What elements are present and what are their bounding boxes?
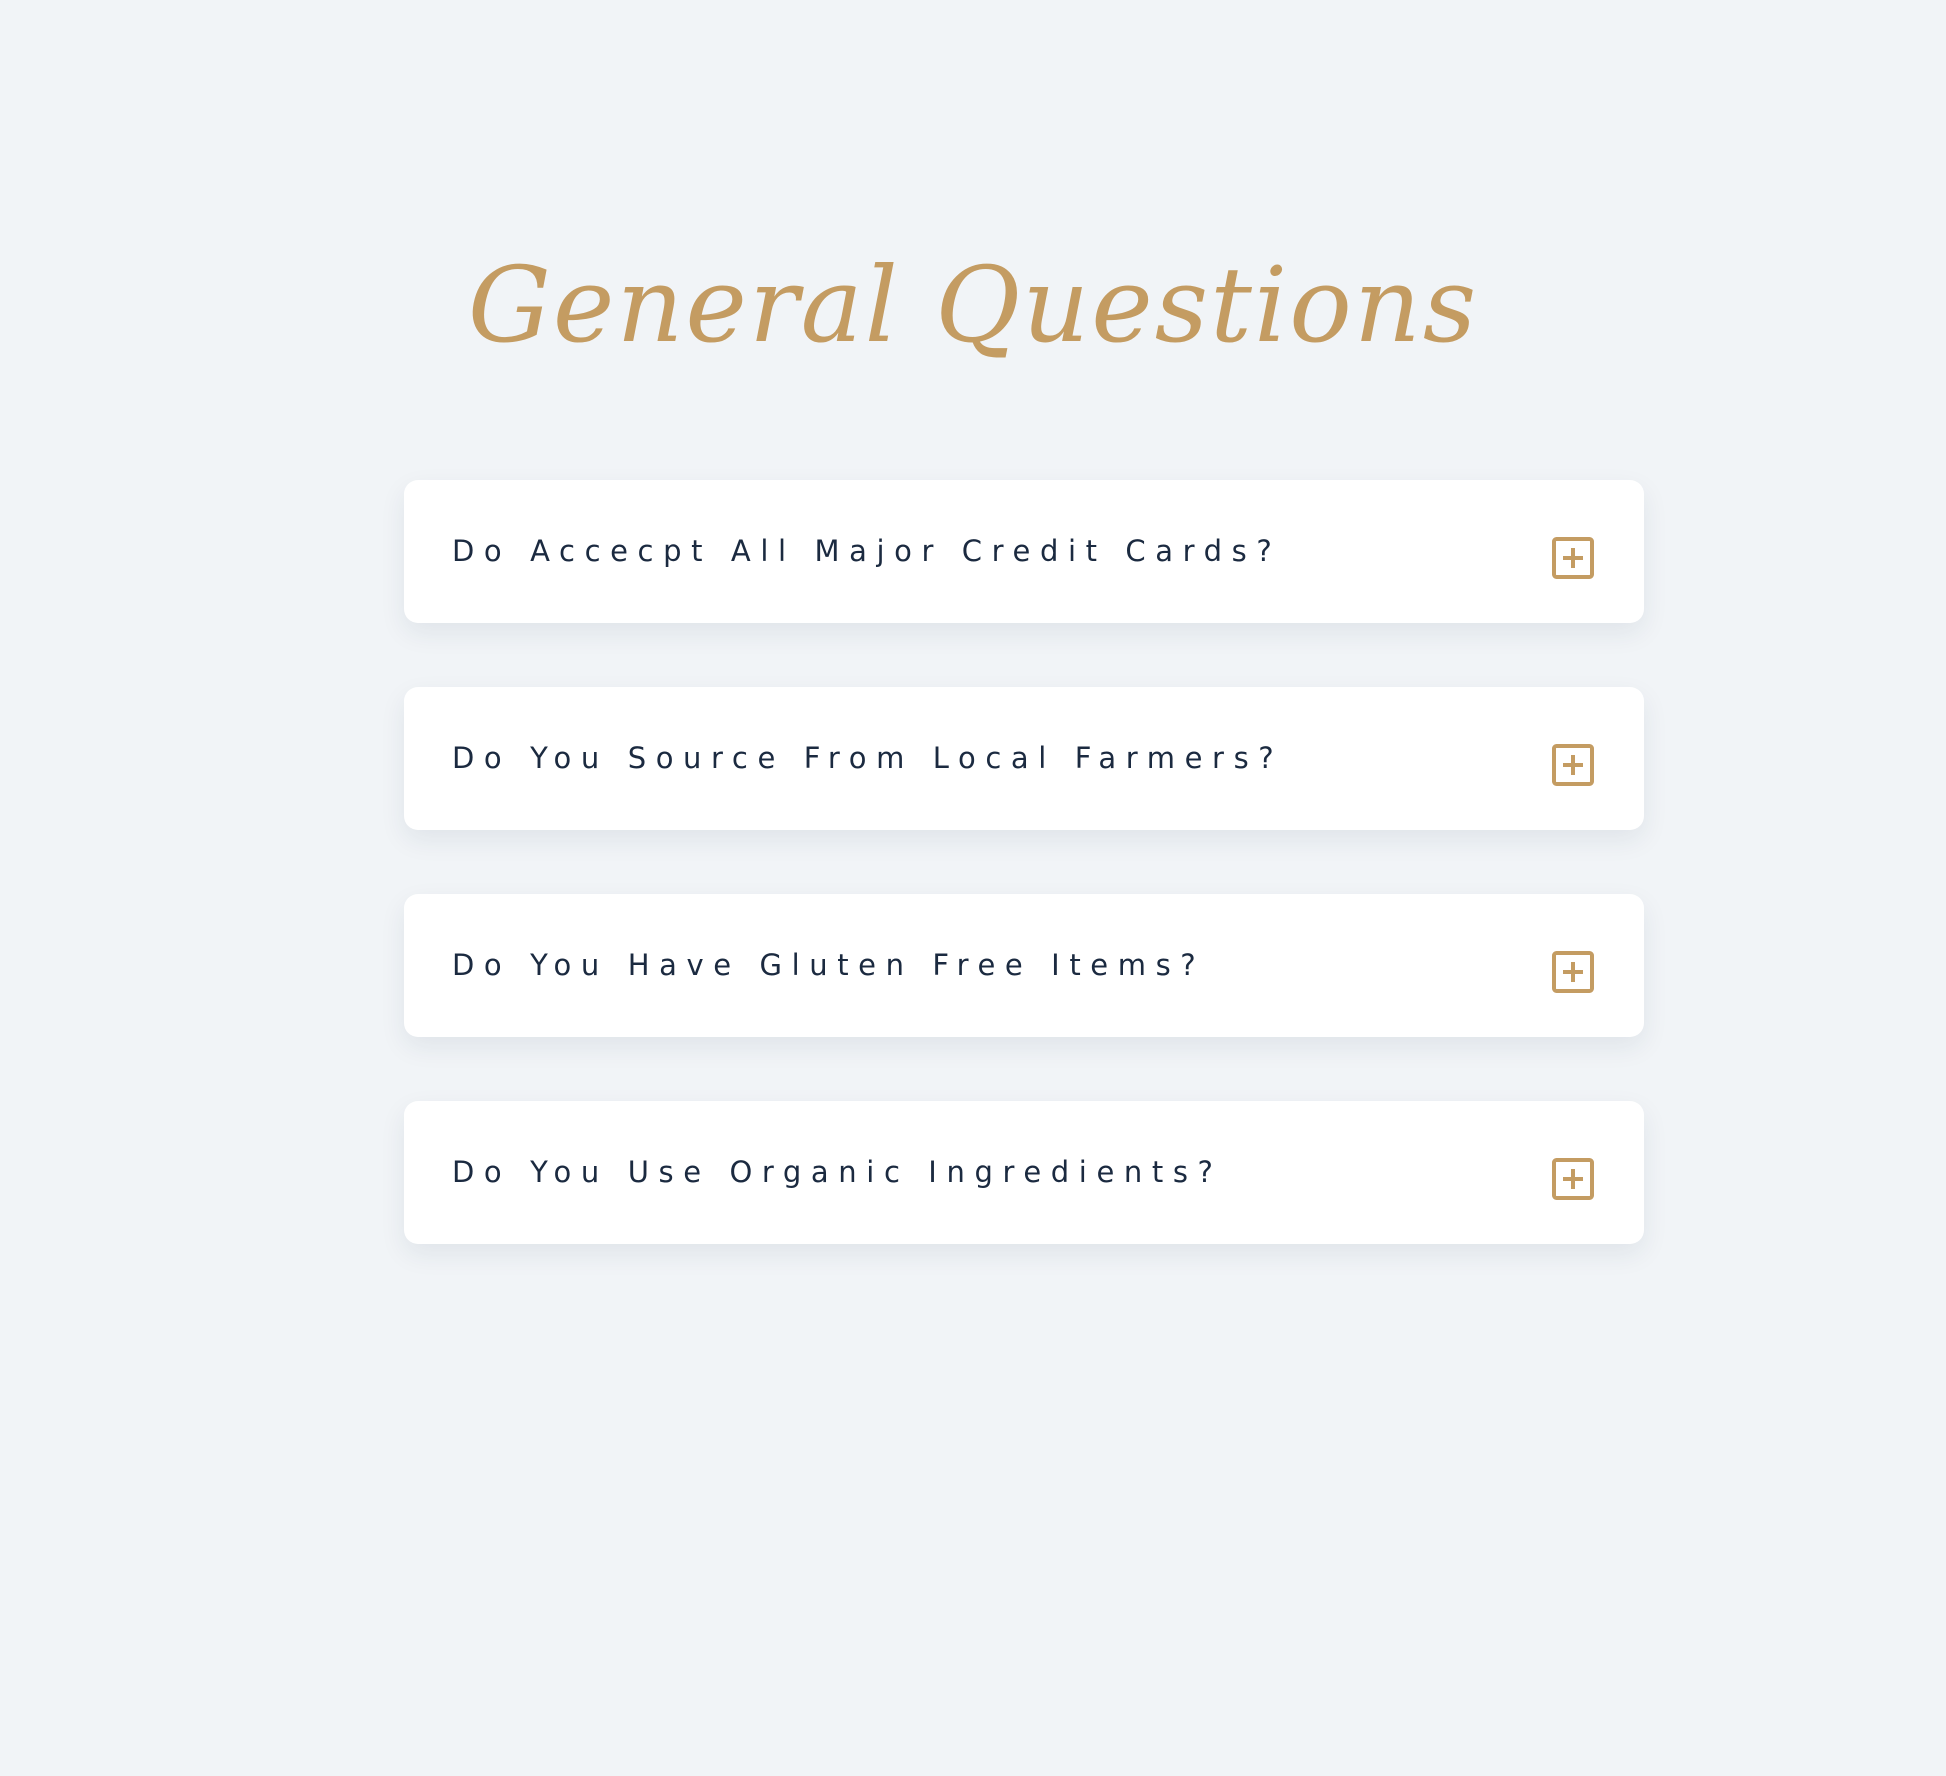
faq-accordion: Do Accecpt All Major Credit Cards? Do Yo… (404, 480, 1644, 1308)
faq-question: Do You Use Organic Ingredients? (452, 1155, 1223, 1189)
faq-question: Do You Source From Local Farmers? (452, 741, 1284, 775)
plus-square-icon[interactable] (1552, 744, 1594, 786)
faq-question: Do Accecpt All Major Credit Cards? (452, 534, 1282, 568)
plus-square-icon[interactable] (1552, 951, 1594, 993)
page-title: General Questions (467, 244, 1479, 366)
faq-item-local-farmers[interactable]: Do You Source From Local Farmers? (404, 687, 1644, 830)
faq-question: Do You Have Gluten Free Items? (452, 948, 1206, 982)
plus-square-icon[interactable] (1552, 1158, 1594, 1200)
faq-item-organic[interactable]: Do You Use Organic Ingredients? (404, 1101, 1644, 1244)
plus-square-icon[interactable] (1552, 537, 1594, 579)
faq-item-gluten-free[interactable]: Do You Have Gluten Free Items? (404, 894, 1644, 1037)
faq-item-credit-cards[interactable]: Do Accecpt All Major Credit Cards? (404, 480, 1644, 623)
